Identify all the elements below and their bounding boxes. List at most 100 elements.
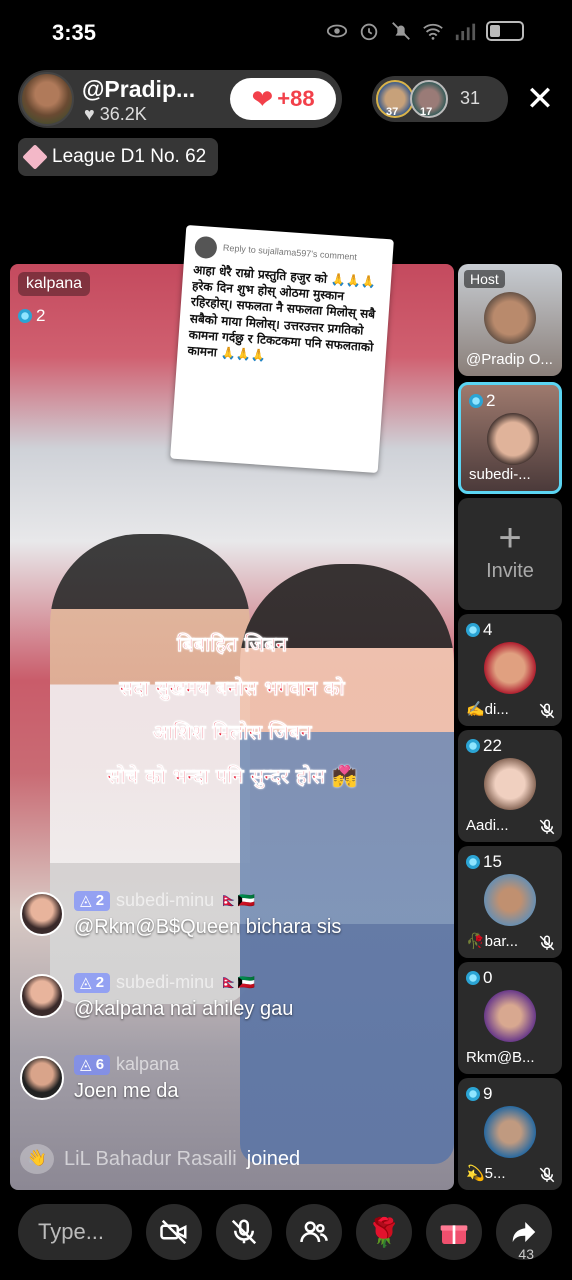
main-video-count-value: 2	[36, 306, 46, 325]
guest-avatar	[484, 1106, 536, 1158]
commenter-avatar[interactable]	[20, 892, 64, 936]
host-badge: Host	[464, 270, 505, 288]
comment-text: Joen me da	[74, 1080, 179, 1102]
diamond-icon	[22, 144, 48, 170]
guest-gem-count: 15	[466, 852, 502, 872]
bottom-action-bar: Type... 🌹 43	[0, 1196, 572, 1280]
guest-avatar	[484, 758, 536, 810]
guest-name: 💫5...	[466, 1165, 506, 1182]
guest-tile[interactable]: 22 Aadi...	[458, 730, 562, 842]
top-viewer-avatar[interactable]: 17	[410, 80, 448, 118]
host-name: @Pradip...	[82, 76, 196, 102]
guest-gem-count: 4	[466, 620, 492, 640]
share-icon	[512, 1222, 536, 1242]
joined-user[interactable]: LiL Bahadur Rasaili	[64, 1148, 237, 1171]
chat-comment[interactable]: ◬ 6 kalpana Joen me da	[20, 1054, 450, 1114]
user-level-badge: ◬ 2	[74, 890, 111, 911]
rose-icon: 🌹	[366, 1216, 402, 1248]
guest-name: subedi-...	[469, 466, 531, 483]
mic-muted-icon	[539, 819, 555, 835]
wifi-icon	[423, 23, 443, 40]
commenter-name[interactable]: subedi-minu	[116, 890, 214, 911]
guest-name: Aadi...	[466, 817, 509, 834]
reply-label: Reply to sujallama597's comment	[222, 242, 358, 263]
league-label: League D1 No. 62	[52, 146, 207, 167]
viewer-list-pill[interactable]: 37 17 31	[372, 76, 508, 122]
heart-icon: ❤	[251, 84, 274, 114]
guest-tile[interactable]: 9 💫5...	[458, 1078, 562, 1190]
mic-muted-icon	[539, 1167, 555, 1183]
mic-muted-icon	[539, 935, 555, 951]
gift-button[interactable]	[426, 1204, 482, 1260]
guest-gem-count: 2	[469, 391, 495, 411]
mute-icon	[392, 22, 410, 40]
main-video-count: 2	[18, 306, 45, 326]
invite-tile[interactable]: + Invite	[458, 498, 562, 610]
status-bar: 3:35	[0, 0, 572, 66]
comment-input[interactable]: Type...	[18, 1204, 132, 1260]
guest-name: ✍️di...	[466, 701, 509, 718]
commenter-name[interactable]: kalpana	[116, 1054, 179, 1075]
guest-avatar	[484, 874, 536, 926]
rose-gift-button[interactable]: 🌹	[356, 1204, 412, 1260]
battery-icon	[486, 21, 524, 41]
top-viewer-avatar[interactable]: 37	[376, 80, 414, 118]
overlay-line: आशिश मिलोस जिबन	[152, 720, 312, 745]
overlay-line: सदा सुखमय बनोस भगवान को	[119, 676, 345, 701]
mic-off-button[interactable]	[216, 1204, 272, 1260]
guest-tile[interactable]: 2 subedi-...	[458, 382, 562, 494]
wave-hand-icon: 👋	[20, 1144, 54, 1174]
guest-tile[interactable]: 0 Rkm@B...	[458, 962, 562, 1074]
eye-icon	[326, 24, 348, 38]
guest-avatar	[484, 642, 536, 694]
alarm-icon	[360, 23, 378, 41]
gem-icon	[466, 855, 480, 869]
comment-text: @kalpana nai ahiley gau	[74, 998, 294, 1020]
gift-icon	[440, 1225, 468, 1244]
chat-comment[interactable]: ◬ 2 subedi-minu 🇳🇵🇰🇼 @Rkm@B$Queen bichar…	[20, 890, 450, 950]
guest-name: Rkm@B...	[466, 1049, 535, 1066]
camera-off-icon	[160, 1219, 187, 1245]
reply-comment-sticker: Reply to sujallama597's comment आहा धेरै…	[170, 225, 394, 473]
league-badge[interactable]: League D1 No. 62	[18, 138, 218, 176]
people-icon	[300, 1221, 328, 1243]
guests-button[interactable]	[286, 1204, 342, 1260]
main-video-name: kalpana	[18, 272, 91, 296]
joined-label: joined	[246, 1147, 301, 1170]
commenter-name[interactable]: subedi-minu	[116, 972, 214, 993]
join-notification: 👋 LiL Bahadur Rasaili joined	[20, 1144, 300, 1174]
reply-avatar	[194, 235, 218, 260]
host-likes: ♥ 36.2K	[84, 104, 147, 124]
guest-avatar	[484, 990, 536, 1042]
flag-icons: 🇳🇵🇰🇼	[220, 974, 255, 990]
guest-avatar	[487, 413, 539, 465]
guest-tile[interactable]: 4 ✍️di...	[458, 614, 562, 726]
close-icon[interactable]: ✕	[522, 82, 558, 118]
mic-off-icon	[231, 1219, 257, 1245]
viewer-count: 31	[460, 88, 481, 108]
gem-icon	[466, 971, 480, 985]
gem-icon	[466, 739, 480, 753]
like-button[interactable]: ❤ +88	[230, 78, 336, 120]
top-viewer-level: 37	[386, 106, 399, 118]
host-avatar[interactable]	[20, 72, 74, 126]
chat-comment[interactable]: ◬ 2 subedi-minu 🇳🇵🇰🇼 @kalpana nai ahiley…	[20, 972, 450, 1032]
share-button[interactable]: 43	[496, 1204, 552, 1262]
guest-name: 🥀bar...	[466, 933, 519, 950]
like-count: +88	[277, 86, 315, 111]
mic-muted-icon	[539, 703, 555, 719]
camera-off-button[interactable]	[146, 1204, 202, 1260]
comment-text: @Rkm@B$Queen bichara sis	[74, 916, 342, 938]
commenter-avatar[interactable]	[20, 974, 64, 1018]
commenter-avatar[interactable]	[20, 1056, 64, 1100]
top-viewer-level: 17	[420, 106, 433, 118]
reply-text: आहा धेरै राम्रो प्रस्तुति हजुर को 🙏🙏🙏 हर…	[187, 262, 377, 363]
guest-tile[interactable]: 15 🥀bar...	[458, 846, 562, 958]
gem-icon	[466, 623, 480, 637]
gem-icon	[469, 394, 483, 408]
guest-gem-count: 0	[466, 968, 492, 988]
guest-name: @Pradip O...	[466, 351, 553, 368]
status-icons	[326, 20, 524, 42]
guest-avatar	[484, 292, 536, 344]
guest-tile-host[interactable]: Host @Pradip O...	[458, 264, 562, 376]
